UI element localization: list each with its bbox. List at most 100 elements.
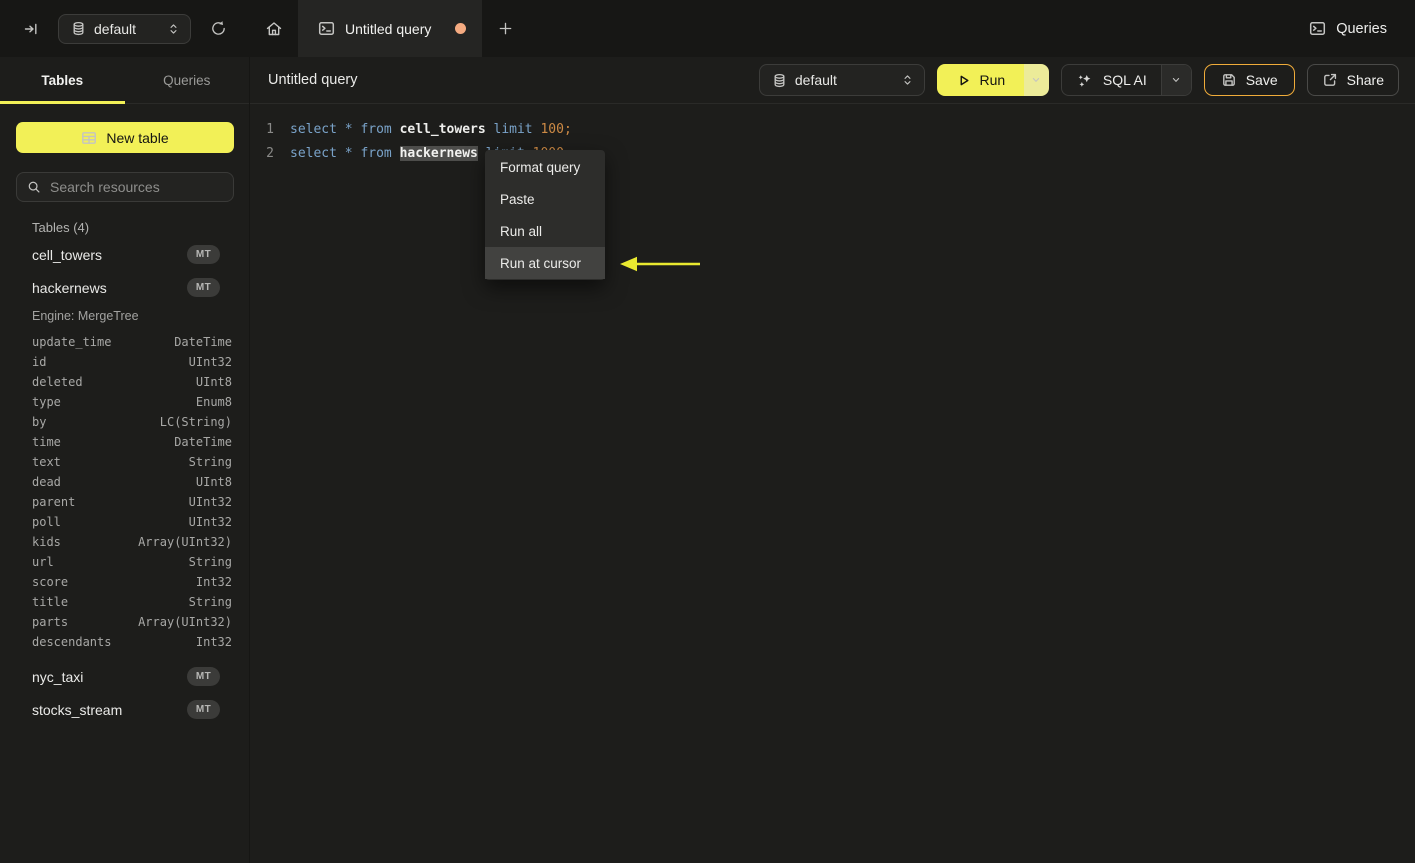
refresh-icon xyxy=(210,20,227,37)
tab-untitled-query[interactable]: Untitled query xyxy=(298,0,482,57)
sidebar-tab-tables[interactable]: Tables xyxy=(0,57,125,104)
table-grid-icon xyxy=(81,130,97,146)
database-icon xyxy=(772,73,787,88)
unsaved-changes-dot xyxy=(455,23,466,34)
chevron-down-icon xyxy=(1170,74,1182,86)
column-name: update_time xyxy=(32,335,112,349)
table-row[interactable]: stocks_stream MT xyxy=(0,693,249,726)
code-line: 1 select * from cell_towers limit 100; xyxy=(250,117,1415,141)
queries-button[interactable]: Queries xyxy=(1309,20,1387,37)
run-options-button[interactable] xyxy=(1023,64,1049,96)
table-name: stocks_stream xyxy=(32,701,123,718)
collapse-sidebar-icon xyxy=(23,21,39,37)
menu-item-paste[interactable]: Paste xyxy=(485,183,605,215)
sql-ai-options-button[interactable] xyxy=(1160,65,1191,95)
search-input[interactable] xyxy=(50,179,231,195)
table-engine-label: Engine: MergeTree xyxy=(32,309,139,323)
column-type: String xyxy=(188,455,232,469)
column-name: time xyxy=(32,435,61,449)
column-row: parts Array(UInt32) xyxy=(32,612,232,632)
column-row: type Enum8 xyxy=(32,392,232,412)
column-type: Int32 xyxy=(195,575,232,589)
column-type: LC(String) xyxy=(159,415,232,429)
terminal-icon xyxy=(1309,20,1326,37)
refresh-button[interactable] xyxy=(203,14,233,44)
code-token: limit xyxy=(485,121,541,137)
table-row[interactable]: nyc_taxi MT xyxy=(0,660,249,693)
column-name: id xyxy=(32,355,47,369)
sidebar-tabs: Tables Queries xyxy=(0,57,249,104)
column-type: UInt32 xyxy=(188,355,232,369)
search-box xyxy=(16,172,234,202)
topbar: default Untitled query Queries xyxy=(0,0,1415,57)
column-name: kids xyxy=(32,535,61,549)
database-icon xyxy=(71,21,86,36)
home-button[interactable] xyxy=(250,0,298,57)
sidebar-tab-queries[interactable]: Queries xyxy=(125,57,250,103)
collapse-sidebar-button[interactable] xyxy=(16,14,46,44)
column-name: parent xyxy=(32,495,76,509)
menu-item-run-at-cursor[interactable]: Run at cursor xyxy=(485,247,605,279)
code-token: select * from xyxy=(290,121,400,137)
line-number: 2 xyxy=(266,145,274,161)
topbar-database-selector[interactable]: default xyxy=(58,13,191,44)
column-name: score xyxy=(32,575,69,589)
annotation-arrow xyxy=(620,256,700,272)
table-row[interactable]: hackernews MT xyxy=(0,271,249,304)
column-row: deleted UInt8 xyxy=(32,372,232,392)
run-button[interactable]: Run xyxy=(936,64,1024,96)
column-row: descendants Int32 xyxy=(32,632,232,652)
chevron-updown-icon xyxy=(167,22,180,36)
sql-ai-label: SQL AI xyxy=(1102,72,1147,88)
queries-button-label: Queries xyxy=(1336,20,1387,37)
query-title: Untitled query xyxy=(268,72,358,88)
menu-item-format-query[interactable]: Format query xyxy=(485,151,605,183)
save-label: Save xyxy=(1245,72,1278,88)
engine-badge: MT xyxy=(187,667,220,686)
column-name: poll xyxy=(32,515,61,529)
column-type: UInt32 xyxy=(188,495,232,509)
code-token: hackernews xyxy=(399,145,478,161)
run-label: Run xyxy=(979,72,1006,88)
menu-item-run-all[interactable]: Run all xyxy=(485,215,605,247)
new-table-button[interactable]: New table xyxy=(16,122,234,153)
sql-ai-button[interactable]: SQL AI xyxy=(1062,65,1161,95)
code-lines: 1 select * from cell_towers limit 100; 2 se… xyxy=(250,117,1415,165)
column-row: score Int32 xyxy=(32,572,232,592)
tables-section-label: Tables (4) xyxy=(32,220,90,235)
code-line: 2select * from hackernews limit 1000 xyxy=(250,141,1415,165)
tab-label: Untitled query xyxy=(345,20,432,37)
share-label: Share xyxy=(1346,72,1384,88)
home-icon xyxy=(265,20,283,38)
table-row[interactable]: cell_towers MT xyxy=(0,238,249,271)
column-name: type xyxy=(32,395,61,409)
new-tab-button[interactable] xyxy=(482,0,528,57)
code-token: cell_towers xyxy=(399,121,486,137)
sql-editor[interactable]: 1 select * from cell_towers limit 100; 2 se… xyxy=(250,105,1415,863)
column-row: title String xyxy=(32,592,232,612)
column-type: Array(UInt32) xyxy=(138,535,232,549)
run-button-group: Run xyxy=(936,64,1049,96)
code-token: 100; xyxy=(540,121,572,137)
column-type: DateTime xyxy=(174,435,232,449)
columns-list: update_time DateTime id UInt32 deleted UInt8 t… xyxy=(0,328,249,660)
terminal-icon xyxy=(318,20,335,37)
column-name: text xyxy=(32,455,61,469)
chevron-down-icon xyxy=(1030,74,1042,86)
plus-icon xyxy=(498,21,513,36)
column-name: title xyxy=(32,595,69,609)
sql-ai-button-group: SQL AI xyxy=(1060,64,1192,96)
column-type: String xyxy=(188,555,232,569)
topbar-database-value: default xyxy=(94,20,137,37)
column-row: poll UInt32 xyxy=(32,512,232,532)
share-button[interactable]: Share xyxy=(1306,64,1399,96)
column-row: text String xyxy=(32,452,232,472)
column-type: Enum8 xyxy=(195,395,232,409)
table-name: nyc_taxi xyxy=(32,668,84,685)
chevron-updown-icon xyxy=(901,73,914,87)
editor-database-selector[interactable]: default xyxy=(758,64,925,96)
code-token: select * from xyxy=(290,145,400,161)
save-button[interactable]: Save xyxy=(1203,64,1295,96)
tables-list: cell_towers MT hackernews MT Engine: MergeTr… xyxy=(0,238,249,726)
sparkles-icon xyxy=(1076,72,1093,89)
